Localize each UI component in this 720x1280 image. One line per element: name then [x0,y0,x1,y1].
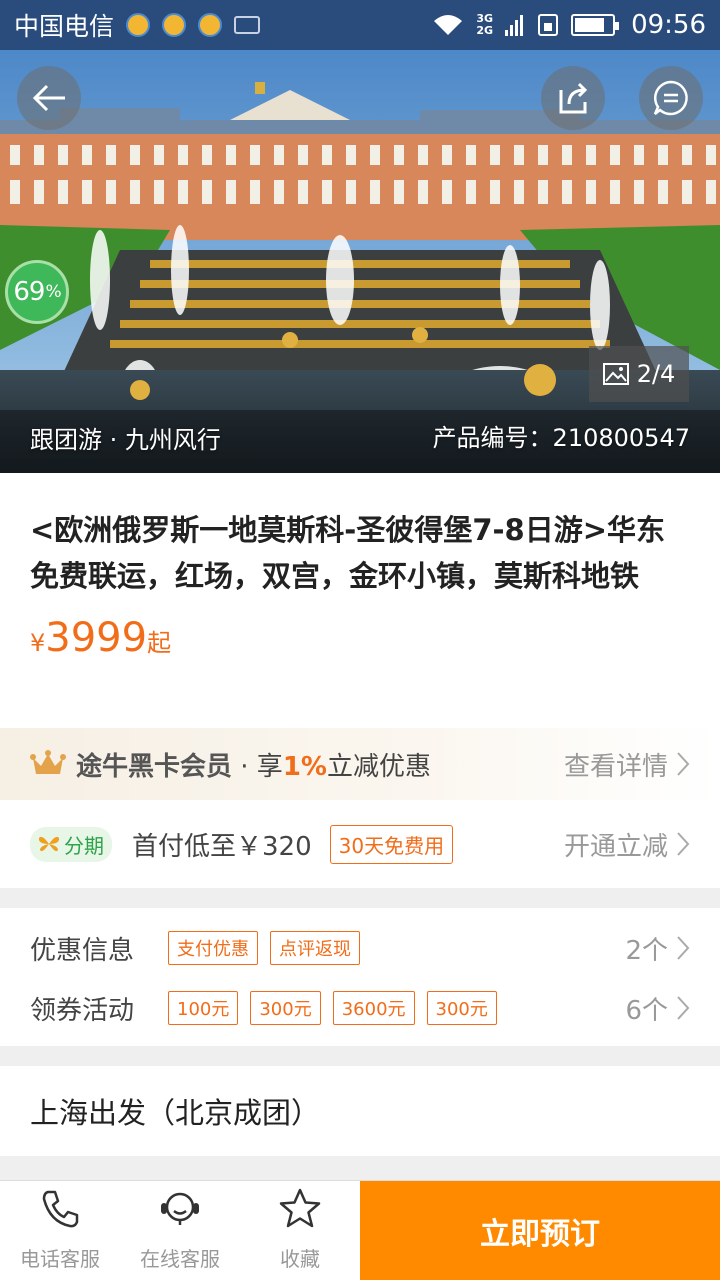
crown-icon [30,750,66,774]
coupon-row[interactable]: 领券活动 100元 300元 3600元 300元 6个 [30,978,690,1038]
carrier-name: 中国电信 [14,12,115,41]
chat-bubble-icon [653,80,688,116]
favorite-label: 收藏 [280,1247,320,1271]
discount-count-value: 2个 [625,935,668,966]
member-benefit-text: 途牛黑卡会员 · 享1%立减优惠 [76,746,431,783]
discount-count: 2个 [625,930,690,967]
member-name: 途牛黑卡会员 [76,751,233,782]
phone-service-label: 电话客服 [20,1247,100,1271]
chevron-right-icon [677,996,690,1020]
product-number: 产品编号：210800547 [432,424,690,452]
discount-pct-sign: % [45,282,61,302]
coupon-chip: 300元 [426,991,497,1025]
coupon-count: 6个 [625,990,690,1027]
coupon-chip: 300元 [250,991,321,1025]
product-price: ¥ 3999 起 [30,615,690,661]
phone-icon [42,1190,79,1228]
star-icon [279,1188,321,1228]
signal-icon [505,15,524,36]
open-installment-link[interactable]: 开通立减 [564,826,690,863]
departure-text: 上海出发（北京成团） [30,1096,321,1130]
message-button[interactable] [639,66,703,130]
discount-value: 69 [13,277,45,307]
sim-icon [538,14,559,36]
free-period-tag: 30天免费用 [329,824,454,864]
product-title-card: <欧洲俄罗斯一地莫斯科-圣彼得堡7-8日游>华东免费联运，红场，双宫，金环小镇，… [0,473,720,728]
pager-text: 2/4 [636,360,676,388]
back-button[interactable] [17,66,81,130]
coupon-label: 领券活动 [30,995,135,1026]
price-currency: ¥ [30,629,46,657]
online-service-label: 在线客服 [140,1247,220,1271]
app-notification-icon [162,13,187,37]
wifi-icon [434,15,463,35]
gallery-pager[interactable]: 2/4 [589,346,689,402]
installment-badge-label: 分期 [64,833,104,858]
clock: 09:56 [631,10,706,40]
phone-service-button[interactable]: 电话客服 [0,1181,120,1280]
chevron-right-icon [677,832,690,856]
coupon-chip: 100元 [168,991,239,1025]
installment-badge: 分期 [30,826,112,862]
arrow-left-icon [32,84,65,112]
battery-icon [571,14,620,36]
chevron-right-icon [677,752,690,776]
book-now-button[interactable]: 立即预订 [360,1181,720,1280]
product-title: <欧洲俄罗斯一地莫斯科-圣彼得堡7-8日游>华东免费联运，红场，双宫，金环小镇，… [30,513,666,593]
palace-photo [0,50,720,473]
online-service-button[interactable]: 在线客服 [120,1181,240,1280]
price-value: 3999 [45,615,148,661]
departure-row[interactable]: 上海出发（北京成团） [0,1066,720,1156]
discount-chip: 支付优惠 [168,931,258,965]
member-percent: 1% [282,751,327,782]
image-icon [602,363,629,385]
chevron-right-icon [677,936,690,960]
share-icon [559,82,588,114]
app-notification-icon [126,13,151,37]
coupon-chip: 3600元 [332,991,415,1025]
discount-info-label: 优惠信息 [30,935,135,966]
favorite-button[interactable]: 收藏 [240,1181,360,1280]
coupon-count-value: 6个 [625,995,668,1026]
hero-gallery[interactable]: 69% 2/4 跟团游 · 九州风行 产品编号：210800547 [0,50,720,473]
network-type: 3G 2G [476,13,493,37]
share-button[interactable] [541,66,605,130]
status-bar: 中国电信 3G 2G 09:56 [0,0,720,50]
discount-info-row[interactable]: 优惠信息 支付优惠 点评返现 2个 [30,918,690,978]
bottom-action-bar: 电话客服 在线客服 收藏 立即预订 [0,1180,720,1280]
discount-chip: 点评返现 [270,931,360,965]
member-detail-label: 查看详情 [563,751,668,782]
discount-badge: 69% [5,260,69,324]
price-suffix: 起 [147,629,172,657]
first-payment-text: 首付低至￥320 [132,831,312,862]
network-2g: 2G [476,24,494,37]
tour-detail-page: { "status_bar": { "carrier": "中国电信", "ne… [0,0,720,1280]
tour-type: 跟团游 · 九州风行 [30,426,221,454]
member-sep: · 享 [232,751,283,782]
app-notification-icon [198,13,223,37]
member-benefit: 立减优惠 [326,751,431,782]
headset-icon [161,1192,199,1225]
installment-row[interactable]: 分期 首付低至￥320 30天免费用 开通立减 [0,800,720,888]
black-card-member-row[interactable]: 途牛黑卡会员 · 享1%立减优惠 查看详情 [0,728,720,800]
member-detail-link[interactable]: 查看详情 [564,746,690,783]
keyboard-icon [234,16,261,34]
promotions-section: 优惠信息 支付优惠 点评返现 2个 领券活动 100元 300元 3600元 3… [0,908,720,1046]
butterfly-icon [38,836,60,852]
installment-action-label: 开通立减 [563,831,668,862]
